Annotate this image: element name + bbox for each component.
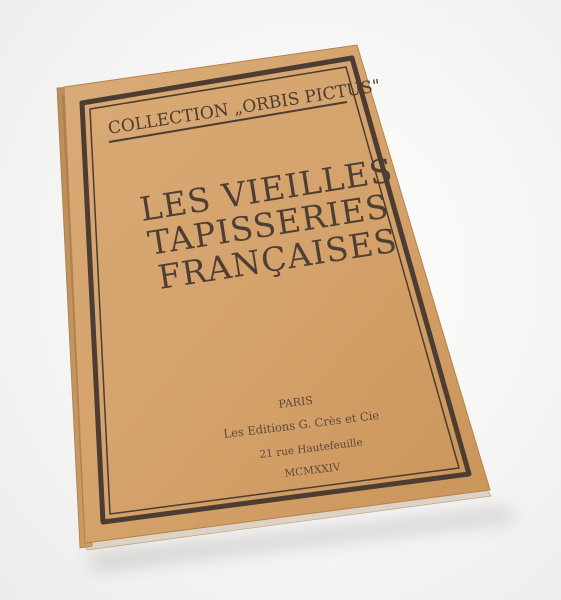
book-photo: COLLECTION „ORBIS PICTUS" LES VIEILLES T… [0, 0, 561, 600]
book-svg: COLLECTION „ORBIS PICTUS" LES VIEILLES T… [56, 44, 518, 570]
